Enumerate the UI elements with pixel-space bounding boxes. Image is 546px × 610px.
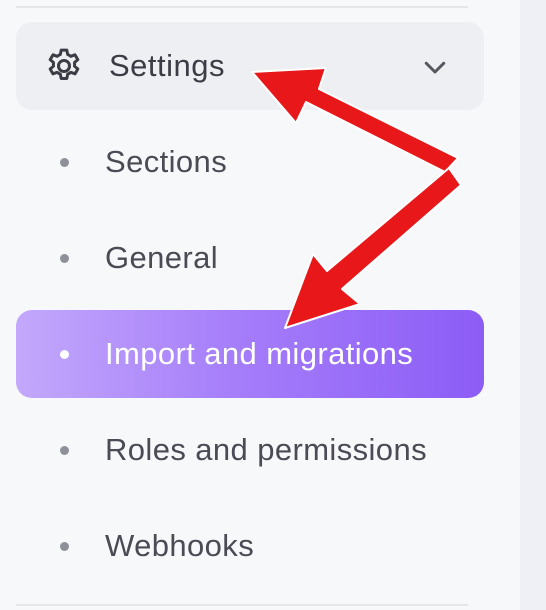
sidebar-item-label: General xyxy=(105,240,219,275)
divider xyxy=(16,6,468,8)
sidebar-item-import-and-migrations[interactable]: Import and migrations xyxy=(16,310,484,398)
gear-icon xyxy=(48,48,80,80)
sidebar-item-label: Sections xyxy=(105,144,228,179)
bullet-icon xyxy=(60,350,69,359)
bullet-icon xyxy=(60,446,69,455)
content-edge xyxy=(520,0,546,610)
sidebar-item-webhooks[interactable]: Webhooks xyxy=(16,502,484,590)
settings-menu-toggle[interactable]: Settings xyxy=(16,22,484,110)
sidebar-item-sections[interactable]: Sections xyxy=(16,118,484,206)
bullet-icon xyxy=(60,158,69,167)
chevron-down-icon[interactable] xyxy=(420,52,450,82)
sidebar-item-label: Import and migrations xyxy=(105,336,414,371)
settings-label: Settings xyxy=(109,48,226,83)
sidebar-item-roles-and-permissions[interactable]: Roles and permissions xyxy=(16,406,484,494)
sidebar-item-general[interactable]: General xyxy=(16,214,484,302)
sidebar-item-label: Webhooks xyxy=(105,528,255,563)
bullet-icon xyxy=(60,542,69,551)
sidebar-item-label: Roles and permissions xyxy=(105,432,427,467)
bullet-icon xyxy=(60,254,69,263)
sidebar: Settings Sections General Import and mig… xyxy=(0,0,520,610)
divider xyxy=(16,604,468,606)
